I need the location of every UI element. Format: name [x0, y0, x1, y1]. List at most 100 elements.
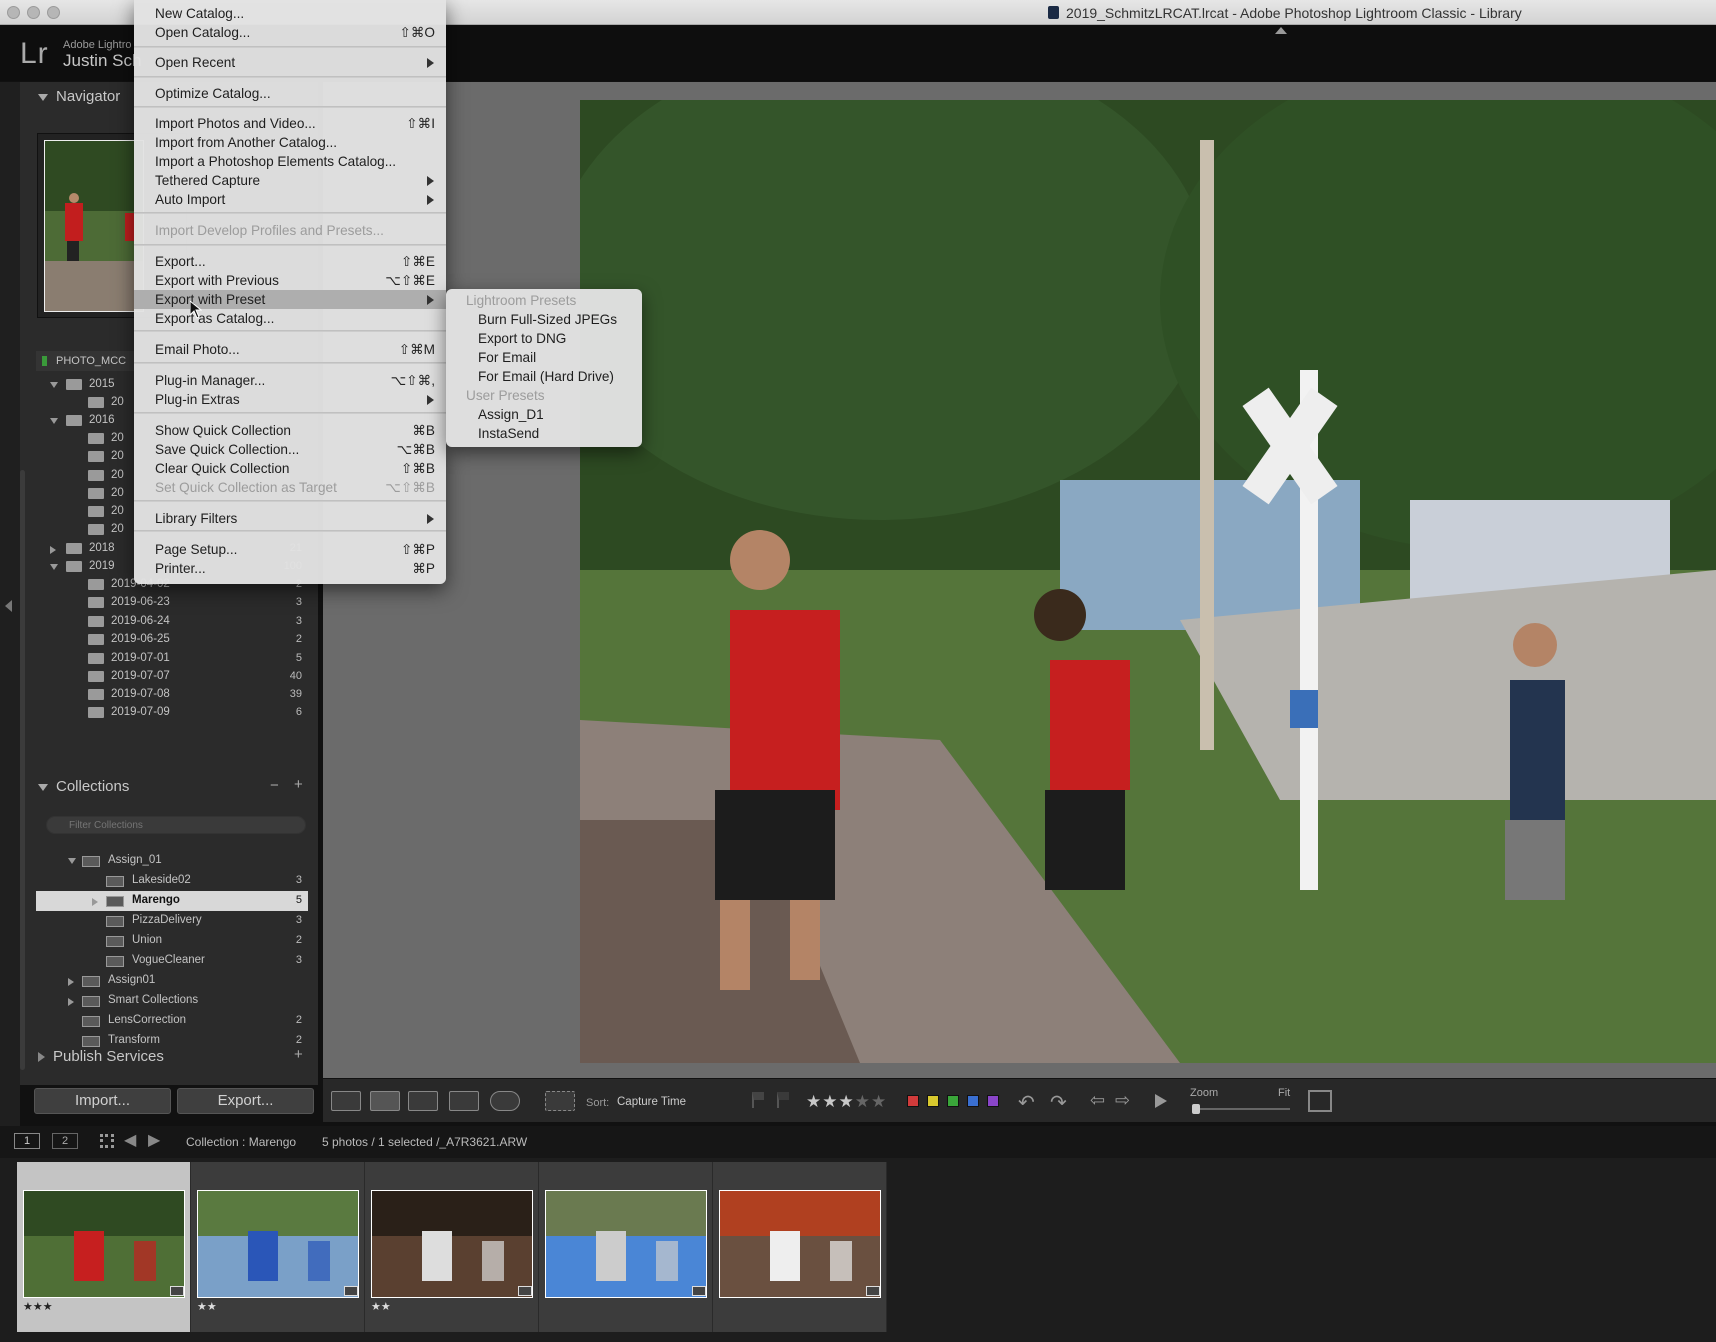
crop-icon[interactable]	[1308, 1090, 1332, 1112]
navigator-preview[interactable]	[44, 140, 144, 312]
collection-row[interactable]: Assign01	[36, 971, 308, 991]
star-icon[interactable]: ★	[871, 1092, 887, 1111]
loupe-photo[interactable]	[580, 100, 1716, 1063]
import-button[interactable]: Import...	[34, 1088, 171, 1114]
preset-item[interactable]: Export to DNG	[446, 329, 642, 348]
close-light-icon[interactable]	[7, 6, 20, 19]
flag-icon[interactable]	[752, 1092, 764, 1108]
collections-header[interactable]: Collections − +	[38, 776, 308, 795]
thumbnail-image[interactable]	[197, 1190, 359, 1298]
menu-item-plug-in-extras[interactable]: Plug-in Extras	[134, 390, 446, 409]
collection-row[interactable]: Marengo 5	[36, 891, 308, 911]
export-button[interactable]: Export...	[177, 1088, 314, 1114]
disclosure-right-icon[interactable]	[68, 998, 74, 1006]
menu-item-email-photo[interactable]: Email Photo... ⇧⌘M	[134, 340, 446, 359]
menu-item-export-as-catalog[interactable]: Export as Catalog...	[134, 309, 446, 328]
menu-item-plug-in-manager[interactable]: Plug-in Manager... ⌥⇧⌘,	[134, 371, 446, 390]
user-preset-item[interactable]: Assign_D1	[446, 405, 642, 424]
zoom-light-icon[interactable]	[47, 6, 60, 19]
survey-view-icon[interactable]	[449, 1091, 479, 1111]
left-panel-edge[interactable]	[0, 82, 20, 1127]
folder-row[interactable]: 2019-06-25 2	[36, 630, 308, 650]
menu-item-clear-quick-collection[interactable]: Clear Quick Collection ⇧⌘B	[134, 459, 446, 478]
menu-item-new-catalog[interactable]: New Catalog...	[134, 4, 446, 23]
sort-direction-icon[interactable]	[545, 1091, 575, 1111]
collapse-left-panel-icon[interactable]	[5, 600, 12, 612]
disclosure-right-icon[interactable]	[50, 546, 56, 554]
forward-arrow-icon[interactable]: ▶	[148, 1130, 160, 1150]
grid-view-icon[interactable]	[331, 1091, 361, 1111]
folder-row[interactable]: 2019-07-09 6	[36, 703, 308, 723]
preset-item[interactable]: For Email (Hard Drive)	[446, 367, 642, 386]
filmstrip-thumbnail[interactable]: ★★	[191, 1162, 365, 1332]
play-icon[interactable]	[1155, 1094, 1167, 1108]
people-view-icon[interactable]	[490, 1091, 520, 1111]
thumbnail-image[interactable]	[545, 1190, 707, 1298]
star-icon[interactable]: ★	[806, 1092, 822, 1111]
color-label-swatch[interactable]	[947, 1095, 959, 1107]
color-label-swatch[interactable]	[927, 1095, 939, 1107]
next-arrow-icon[interactable]: ⇨	[1115, 1090, 1130, 1111]
user-preset-item[interactable]: InstaSend	[446, 424, 642, 443]
star-icon[interactable]: ★	[822, 1092, 838, 1111]
folder-row[interactable]: 2019-07-07 40	[36, 667, 308, 687]
disclosure-right-icon[interactable]	[68, 978, 74, 986]
rotate-right-icon[interactable]: ↷	[1050, 1090, 1067, 1115]
thumbnail-image[interactable]	[23, 1190, 185, 1298]
star-icon[interactable]: ★	[839, 1092, 855, 1111]
collection-row[interactable]: VogueCleaner 3	[36, 951, 308, 971]
zoom-slider-thumb[interactable]	[1192, 1104, 1200, 1114]
folder-row[interactable]: 2019-07-01 5	[36, 649, 308, 669]
remove-collection-icon[interactable]: −	[270, 777, 279, 794]
preset-item[interactable]: For Email	[446, 348, 642, 367]
collapse-top-panel-icon[interactable]	[1275, 27, 1287, 34]
thumbnail-image[interactable]	[719, 1190, 881, 1298]
menu-item-printer[interactable]: Printer... ⌘P	[134, 559, 446, 578]
color-label-swatch[interactable]	[967, 1095, 979, 1107]
add-collection-icon[interactable]: +	[294, 776, 303, 793]
thumbnail-image[interactable]	[371, 1190, 533, 1298]
filmstrip-thumbnail[interactable]: ★★★	[17, 1162, 191, 1332]
rotate-left-icon[interactable]: ↶	[1018, 1090, 1035, 1115]
menu-item-auto-import[interactable]: Auto Import	[134, 190, 446, 209]
menu-item-save-quick-collection[interactable]: Save Quick Collection... ⌥⌘B	[134, 440, 446, 459]
folder-row[interactable]: 2019-06-23 3	[36, 593, 308, 613]
star-icon[interactable]: ★	[855, 1092, 871, 1111]
disclosure-down-icon[interactable]	[50, 564, 58, 570]
collection-filter-input[interactable]	[46, 816, 306, 834]
menu-item-open-catalog[interactable]: Open Catalog... ⇧⌘O	[134, 23, 446, 42]
disclosure-right-icon[interactable]	[92, 898, 98, 906]
filmstrip-selection[interactable]: 5 photos / 1 selected /_A7R3621.ARW	[322, 1135, 527, 1149]
collection-row[interactable]: LensCorrection 2	[36, 1011, 308, 1031]
menu-item-import-from-another-catalog[interactable]: Import from Another Catalog...	[134, 133, 446, 152]
menu-item-show-quick-collection[interactable]: Show Quick Collection ⌘B	[134, 421, 446, 440]
disclosure-down-icon[interactable]	[68, 858, 76, 864]
back-arrow-icon[interactable]: ◀	[124, 1130, 136, 1150]
minimize-light-icon[interactable]	[27, 6, 40, 19]
loupe-view-icon[interactable]	[370, 1091, 400, 1111]
publish-services-header[interactable]: Publish Services +	[38, 1046, 308, 1065]
star-rating[interactable]: ★★★★★	[806, 1092, 887, 1112]
collection-row[interactable]: Smart Collections	[36, 991, 308, 1011]
menu-item-export-with-previous[interactable]: Export with Previous ⌥⇧⌘E	[134, 271, 446, 290]
prev-arrow-icon[interactable]: ⇦	[1090, 1090, 1105, 1111]
left-panel-scrollbar[interactable]	[20, 470, 25, 1070]
menu-item-open-recent[interactable]: Open Recent	[134, 53, 446, 72]
menu-item-tethered-capture[interactable]: Tethered Capture	[134, 171, 446, 190]
menu-item-page-setup[interactable]: Page Setup... ⇧⌘P	[134, 540, 446, 559]
collection-row[interactable]: Lakeside02 3	[36, 871, 308, 891]
reject-flag-icon[interactable]	[777, 1092, 789, 1108]
preset-item[interactable]: Burn Full-Sized JPEGs	[446, 310, 642, 329]
disclosure-down-icon[interactable]	[50, 382, 58, 388]
collection-row[interactable]: Assign_01	[36, 851, 308, 871]
window-1-button[interactable]: 1	[14, 1133, 40, 1149]
grid-icon[interactable]	[100, 1134, 114, 1148]
compare-view-icon[interactable]	[408, 1091, 438, 1111]
menu-item-import-a-photoshop-elements-catalog[interactable]: Import a Photoshop Elements Catalog...	[134, 152, 446, 171]
filmstrip-source[interactable]: Collection : Marengo	[186, 1135, 296, 1149]
filmstrip-thumbnail[interactable]: ★★	[365, 1162, 539, 1332]
folder-row[interactable]: 2019-06-24 3	[36, 612, 308, 632]
window-2-button[interactable]: 2	[52, 1133, 78, 1149]
disclosure-down-icon[interactable]	[50, 418, 58, 424]
color-label-swatch[interactable]	[907, 1095, 919, 1107]
